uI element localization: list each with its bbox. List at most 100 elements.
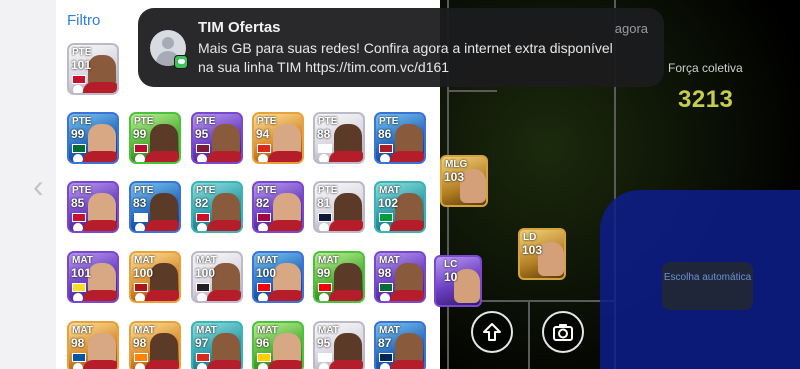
player-card[interactable]: MAT 98 bbox=[67, 321, 119, 369]
player-shirt bbox=[145, 360, 179, 369]
club-badge-icon bbox=[319, 154, 329, 162]
club-badge-icon bbox=[258, 154, 268, 162]
card-position: PTE bbox=[379, 116, 399, 127]
card-position: MAT bbox=[257, 325, 278, 336]
team-strength-value: 3213 bbox=[678, 86, 734, 113]
card-position: MAT bbox=[72, 255, 93, 266]
player-card[interactable]: MAT 99 bbox=[313, 251, 365, 303]
club-badge-icon bbox=[380, 293, 390, 301]
card-position: MAT bbox=[72, 325, 93, 336]
card-position: MAT bbox=[318, 325, 339, 336]
card-rating: 98 bbox=[133, 336, 147, 350]
player-card[interactable]: MAT 97 bbox=[191, 321, 243, 369]
player-card[interactable]: MAT 102 bbox=[374, 181, 426, 233]
club-badge-icon bbox=[319, 363, 329, 369]
player-card[interactable]: PTE 82 bbox=[191, 181, 243, 233]
player-card[interactable]: PTE 85 bbox=[67, 181, 119, 233]
club-badge-icon bbox=[73, 293, 83, 301]
pitch-player-card[interactable]: LC 10 bbox=[434, 255, 482, 307]
club-badge-icon bbox=[73, 223, 83, 231]
club-badge-icon bbox=[380, 154, 390, 162]
player-card[interactable]: PTE 81 bbox=[313, 181, 365, 233]
player-card[interactable]: MAT 87 bbox=[374, 321, 426, 369]
nation-flag-icon bbox=[72, 283, 86, 292]
chevron-left-icon[interactable]: ‹ bbox=[33, 170, 44, 202]
player-card[interactable]: PTE 99 bbox=[67, 112, 119, 164]
notification-banner[interactable]: TIM Ofertas agora Mais GB para suas rede… bbox=[138, 8, 664, 87]
player-card[interactable]: MAT 100 bbox=[129, 251, 181, 303]
pitch-line bbox=[447, 90, 497, 92]
player-shirt bbox=[145, 151, 179, 162]
club-badge-icon bbox=[135, 223, 145, 231]
player-shirt bbox=[83, 290, 117, 301]
club-badge-icon bbox=[73, 85, 83, 93]
card-rating: 96 bbox=[256, 336, 270, 350]
player-shirt bbox=[83, 82, 117, 93]
card-rating: 98 bbox=[71, 336, 85, 350]
player-card[interactable]: PTE 94 bbox=[252, 112, 304, 164]
card-position: MAT bbox=[379, 325, 400, 336]
card-rating: 94 bbox=[256, 127, 270, 141]
camera-icon[interactable] bbox=[542, 311, 584, 353]
player-shirt bbox=[268, 360, 302, 369]
player-card[interactable]: PTE 86 bbox=[374, 112, 426, 164]
card-rating: 99 bbox=[71, 127, 85, 141]
club-badge-icon bbox=[73, 363, 83, 369]
player-card[interactable]: MAT 95 bbox=[313, 321, 365, 369]
player-shirt bbox=[390, 360, 424, 369]
player-shirt bbox=[207, 151, 241, 162]
club-badge-icon bbox=[135, 154, 145, 162]
card-rating: 86 bbox=[378, 127, 392, 141]
player-shirt bbox=[145, 290, 179, 301]
card-rating: 101 bbox=[71, 266, 92, 280]
player-card[interactable]: PTE 101 bbox=[67, 43, 119, 95]
club-badge-icon bbox=[319, 223, 329, 231]
player-shirt bbox=[207, 220, 241, 231]
player-card[interactable]: MAT 98 bbox=[374, 251, 426, 303]
card-rating: 83 bbox=[133, 196, 147, 210]
card-position: PTE bbox=[196, 185, 216, 196]
club-badge-icon bbox=[197, 223, 207, 231]
card-position: LC bbox=[444, 259, 458, 270]
card-position: PTE bbox=[196, 116, 216, 127]
player-shirt bbox=[329, 151, 363, 162]
player-card[interactable]: MAT 96 bbox=[252, 321, 304, 369]
player-card[interactable]: MAT 100 bbox=[252, 251, 304, 303]
player-card[interactable]: MAT 101 bbox=[67, 251, 119, 303]
player-card[interactable]: MAT 98 bbox=[129, 321, 181, 369]
player-card[interactable]: PTE 99 bbox=[129, 112, 181, 164]
card-position: PTE bbox=[318, 185, 338, 196]
player-shirt bbox=[268, 290, 302, 301]
club-badge-icon bbox=[258, 293, 268, 301]
card-rating: 95 bbox=[317, 336, 331, 350]
nation-flag-icon bbox=[379, 353, 393, 362]
player-card[interactable]: PTE 88 bbox=[313, 112, 365, 164]
club-badge-icon bbox=[73, 154, 83, 162]
card-rating: 100 bbox=[195, 266, 216, 280]
player-card[interactable]: PTE 82 bbox=[252, 181, 304, 233]
card-rating: 95 bbox=[195, 127, 209, 141]
player-card[interactable]: PTE 83 bbox=[129, 181, 181, 233]
club-badge-icon bbox=[197, 154, 207, 162]
player-card[interactable]: PTE 95 bbox=[191, 112, 243, 164]
card-rating: 81 bbox=[317, 196, 331, 210]
club-badge-icon bbox=[258, 223, 268, 231]
player-card[interactable]: MAT 100 bbox=[191, 251, 243, 303]
nation-flag-icon bbox=[318, 283, 332, 292]
arrow-up-circle-icon[interactable] bbox=[471, 311, 513, 353]
card-position: MAT bbox=[134, 255, 155, 266]
player-shirt bbox=[207, 290, 241, 301]
card-position: MAT bbox=[134, 325, 155, 336]
pitch-line bbox=[528, 300, 530, 369]
card-rating: 97 bbox=[195, 336, 209, 350]
pitch-player-card[interactable]: MLG 103 bbox=[440, 155, 488, 207]
card-position: PTE bbox=[72, 116, 92, 127]
card-position: MAT bbox=[196, 325, 217, 336]
card-rating: 103 bbox=[444, 170, 465, 184]
card-position: PTE bbox=[134, 116, 154, 127]
pitch-player-card[interactable]: LD 103 bbox=[518, 228, 566, 280]
filter-button[interactable]: Filtro bbox=[67, 12, 100, 29]
nation-flag-icon bbox=[196, 283, 210, 292]
player-shirt bbox=[268, 220, 302, 231]
auto-select-button[interactable]: Escolha automática bbox=[662, 262, 753, 310]
